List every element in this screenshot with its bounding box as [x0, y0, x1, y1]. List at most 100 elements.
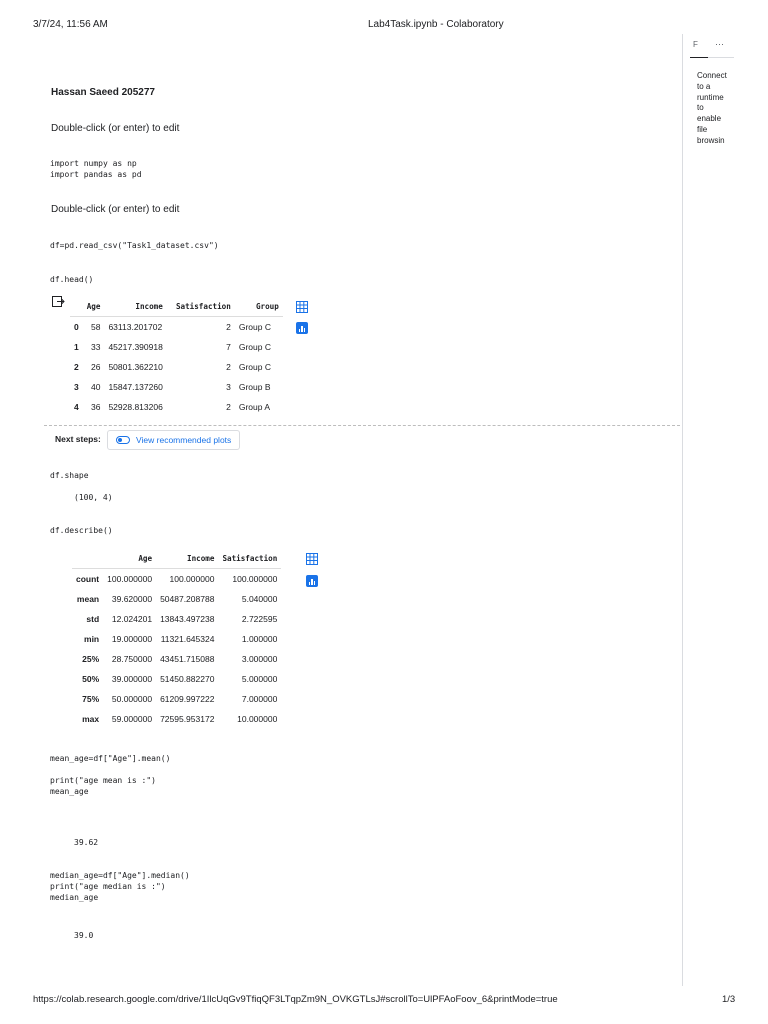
- row-index: 75%: [82, 694, 100, 704]
- table-cell: 43451.715088: [160, 654, 215, 664]
- table-cell: 40: [90, 382, 101, 392]
- view-recommended-plots-button[interactable]: View recommended plots: [107, 430, 241, 450]
- runtime-message-line: browsin: [697, 135, 725, 145]
- table-cell: 72595.953172: [160, 714, 215, 724]
- next-steps-label: Next steps:: [55, 434, 101, 444]
- table-cell: 7: [226, 342, 231, 352]
- row-index: 1: [74, 342, 79, 352]
- table-row: 4 36 52928.813206 2 Group A: [70, 397, 283, 417]
- code-cell-imports[interactable]: import numpy as np import pandas as pd: [50, 158, 142, 180]
- table-cell: 50801.362210: [108, 362, 163, 372]
- runtime-message-line: enable: [697, 114, 722, 124]
- table-cell: 2.722595: [241, 614, 278, 624]
- median-output: 39.0: [74, 931, 94, 940]
- table-cell: 36: [90, 402, 101, 412]
- table-row: 1 33 45217.390918 7 Group C: [70, 337, 283, 357]
- table-cell: 2: [226, 402, 231, 412]
- table-cell: 50.000000: [111, 694, 153, 704]
- code-cell-shape[interactable]: df.shape: [50, 470, 89, 481]
- table-row: 50% 39.000000 51450.882270 5.000000: [72, 669, 281, 689]
- runtime-message-line: runtime: [697, 92, 724, 102]
- markdown-cell-placeholder[interactable]: Double-click (or enter) to edit: [51, 123, 179, 134]
- row-index: 0: [74, 322, 79, 332]
- table-cell: 2: [226, 322, 231, 332]
- side-panel-tab-rule: [708, 57, 734, 58]
- runtime-message-line: file: [697, 124, 708, 134]
- code-cell-mean[interactable]: mean_age=df["Age"].mean() print("age mea…: [50, 753, 170, 797]
- table-row: std 12.024201 13843.497238 2.722595: [72, 609, 281, 629]
- toggle-icon: [116, 436, 130, 444]
- row-index: 25%: [82, 654, 100, 664]
- table-row: 25% 28.750000 43451.715088 3.000000: [72, 649, 281, 669]
- shape-output: (100, 4): [74, 493, 113, 502]
- table-cell: 12.024201: [111, 614, 153, 624]
- table-row: 75% 50.000000 61209.997222 7.000000: [72, 689, 281, 709]
- table-cell: 3.000000: [241, 654, 278, 664]
- table-cell: 52928.813206: [108, 402, 163, 412]
- table-cell: 5.040000: [241, 594, 278, 604]
- output-divider: [44, 425, 680, 426]
- print-datetime: 3/7/24, 11:56 AM: [33, 19, 108, 30]
- markdown-cell-placeholder[interactable]: Double-click (or enter) to edit: [51, 204, 179, 215]
- table-cell: 50487.208788: [160, 594, 215, 604]
- print-url: https://colab.research.google.com/drive/…: [33, 994, 558, 1005]
- table-cell: 13843.497238: [160, 614, 215, 624]
- table-cell: 11321.645324: [160, 634, 215, 644]
- table-cell: 28.750000: [111, 654, 153, 664]
- runtime-message-line: Connect: [697, 71, 727, 80]
- table-cell: 19.000000: [111, 634, 153, 644]
- table-cell: Group C: [238, 342, 271, 352]
- table-cell: 51450.882270: [160, 674, 215, 684]
- head-dataframe: Age Income Satisfaction Group 0 58 63113.2017…: [70, 296, 283, 417]
- table-cell: 100.000000: [169, 574, 215, 584]
- suggest-charts-icon[interactable]: [296, 322, 308, 334]
- table-view-icon[interactable]: [296, 300, 308, 318]
- table-row: 3 40 15847.137260 3 Group B: [70, 377, 283, 397]
- table-view-icon[interactable]: [306, 552, 318, 570]
- table-cell: Group B: [238, 382, 271, 392]
- table-cell: 58: [90, 322, 101, 332]
- table-cell: Group A: [238, 402, 271, 412]
- runtime-message-line: to: [697, 103, 704, 113]
- code-cell-head[interactable]: df.head(): [50, 274, 93, 285]
- column-header: Satisfaction: [166, 296, 235, 317]
- index-header: [70, 296, 83, 317]
- output-actions-icon[interactable]: [52, 295, 65, 313]
- column-header: Age: [82, 296, 105, 317]
- table-cell: 7.000000: [241, 694, 278, 704]
- notebook-title-text: Hassan Saeed 205277: [51, 87, 155, 98]
- table-row: count 100.000000 100.000000 100.000000: [72, 569, 281, 590]
- table-row: 0 58 63113.201702 2 Group C: [70, 317, 283, 338]
- describe-dataframe: Age Income Satisfaction count 100.000000 100…: [72, 548, 282, 729]
- print-title: Lab4Task.ipynb - Colaboratory: [368, 19, 504, 30]
- table-cell: 26: [90, 362, 101, 372]
- side-panel-tab[interactable]: F: [693, 40, 698, 49]
- table-cell: 15847.137260: [108, 382, 163, 392]
- table-row: 2 26 50801.362210 2 Group C: [70, 357, 283, 377]
- table-row: mean 39.620000 50487.208788 5.040000: [72, 589, 281, 609]
- table-cell: 59.000000: [111, 714, 153, 724]
- table-row: min 19.000000 11321.645324 1.000000: [72, 629, 281, 649]
- table-cell: Group C: [238, 362, 271, 372]
- more-options-icon[interactable]: ⋯: [715, 39, 724, 50]
- row-index: 4: [74, 402, 79, 412]
- row-index: count: [76, 574, 100, 584]
- table-cell: 1.000000: [241, 634, 278, 644]
- row-index: 50%: [82, 674, 100, 684]
- code-cell-describe[interactable]: df.describe(): [50, 525, 113, 536]
- column-header: Income: [104, 296, 167, 317]
- column-header: Group: [234, 296, 283, 317]
- table-cell: 10.000000: [237, 714, 278, 724]
- column-header: Age: [103, 548, 157, 569]
- table-cell: 100.000000: [107, 574, 153, 584]
- print-page-number: 1/3: [722, 994, 736, 1005]
- view-recommended-plots-label: View recommended plots: [136, 435, 232, 445]
- mean-output: 39.62: [74, 838, 99, 847]
- table-cell: 2: [226, 362, 231, 372]
- table-cell: Group C: [238, 322, 271, 332]
- code-cell-read-csv[interactable]: df=pd.read_csv("Task1_dataset.csv"): [50, 240, 219, 251]
- code-cell-median[interactable]: median_age=df["Age"].median() print("age…: [50, 870, 190, 903]
- table-cell: 63113.201702: [108, 322, 163, 332]
- table-row: max 59.000000 72595.953172 10.000000: [72, 709, 281, 729]
- suggest-charts-icon[interactable]: [306, 575, 318, 587]
